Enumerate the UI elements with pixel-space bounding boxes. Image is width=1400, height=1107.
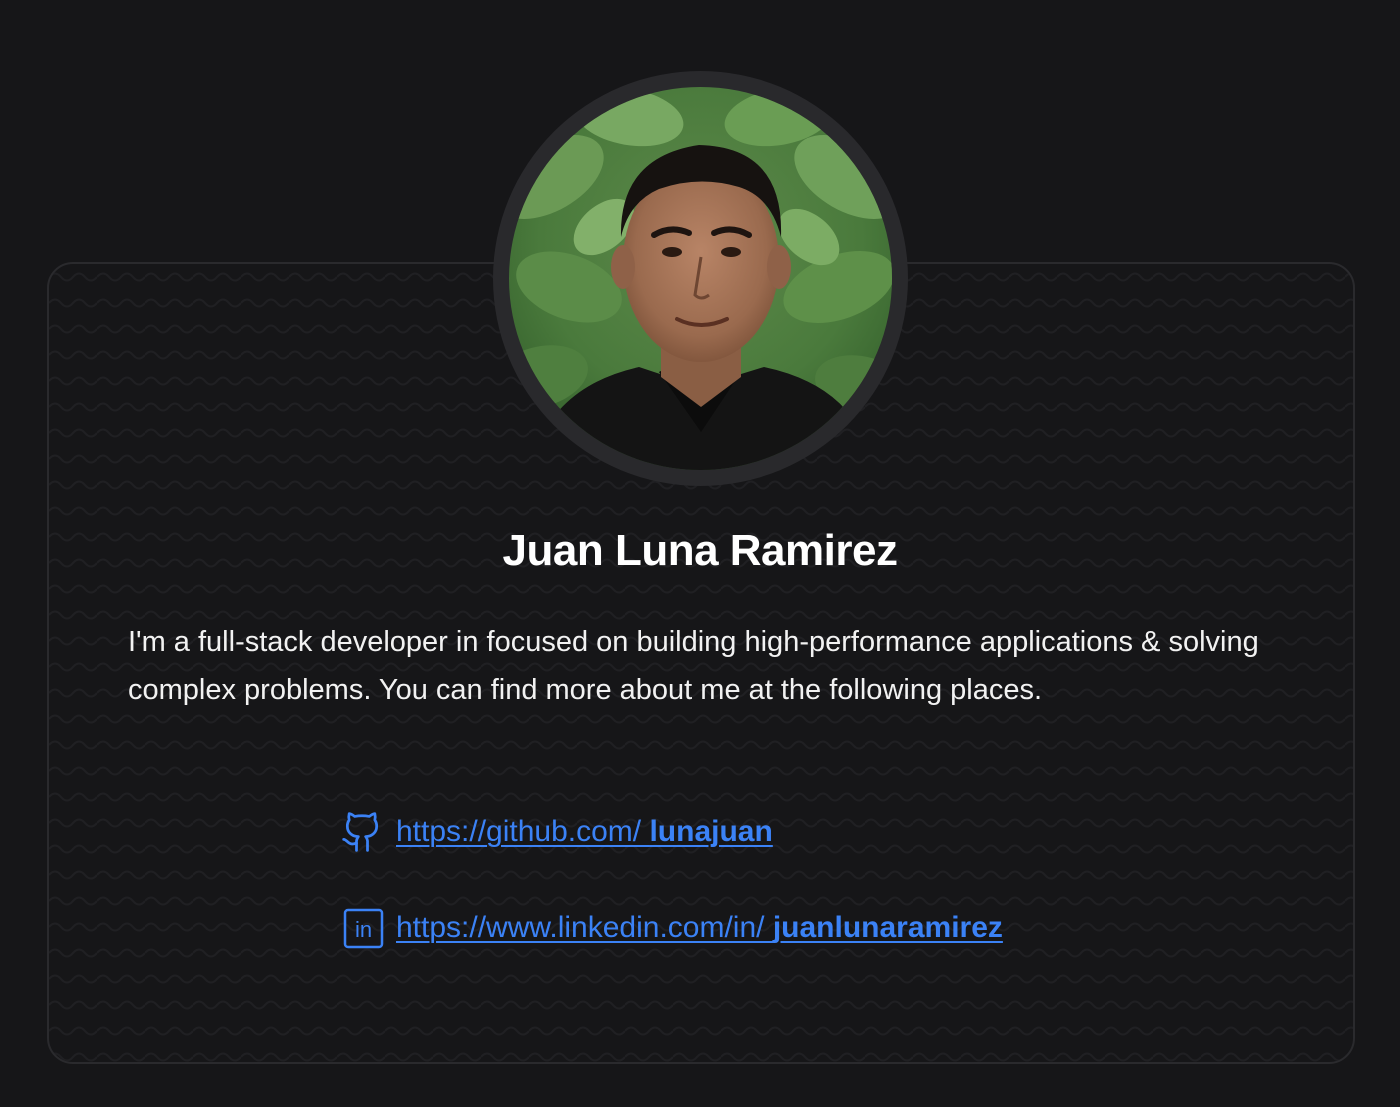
avatar: [509, 87, 892, 470]
github-link[interactable]: https://github.com/ lunajuan: [396, 815, 773, 849]
linkedin-link-row: in https://www.linkedin.com/in/ juanluna…: [343, 906, 1003, 950]
profile-bio: I'm a full-stack developer in focused on…: [128, 626, 1259, 706]
github-icon: [340, 810, 384, 854]
svg-text:in: in: [355, 917, 372, 942]
github-link-row: https://github.com/ lunajuan: [340, 810, 773, 854]
profile-name: Juan Luna Ramirez: [502, 526, 898, 575]
profile-photo: [509, 87, 892, 470]
github-handle[interactable]: lunajuan: [649, 815, 772, 848]
linkedin-handle[interactable]: juanlunaramirez: [773, 911, 1003, 944]
linkedin-link-prefix[interactable]: https://www.linkedin.com/in/: [396, 911, 773, 944]
github-link-prefix[interactable]: https://github.com/: [396, 815, 649, 848]
linkedin-icon: in: [343, 906, 384, 950]
linkedin-link[interactable]: https://www.linkedin.com/in/ juanlunaram…: [396, 911, 1003, 945]
